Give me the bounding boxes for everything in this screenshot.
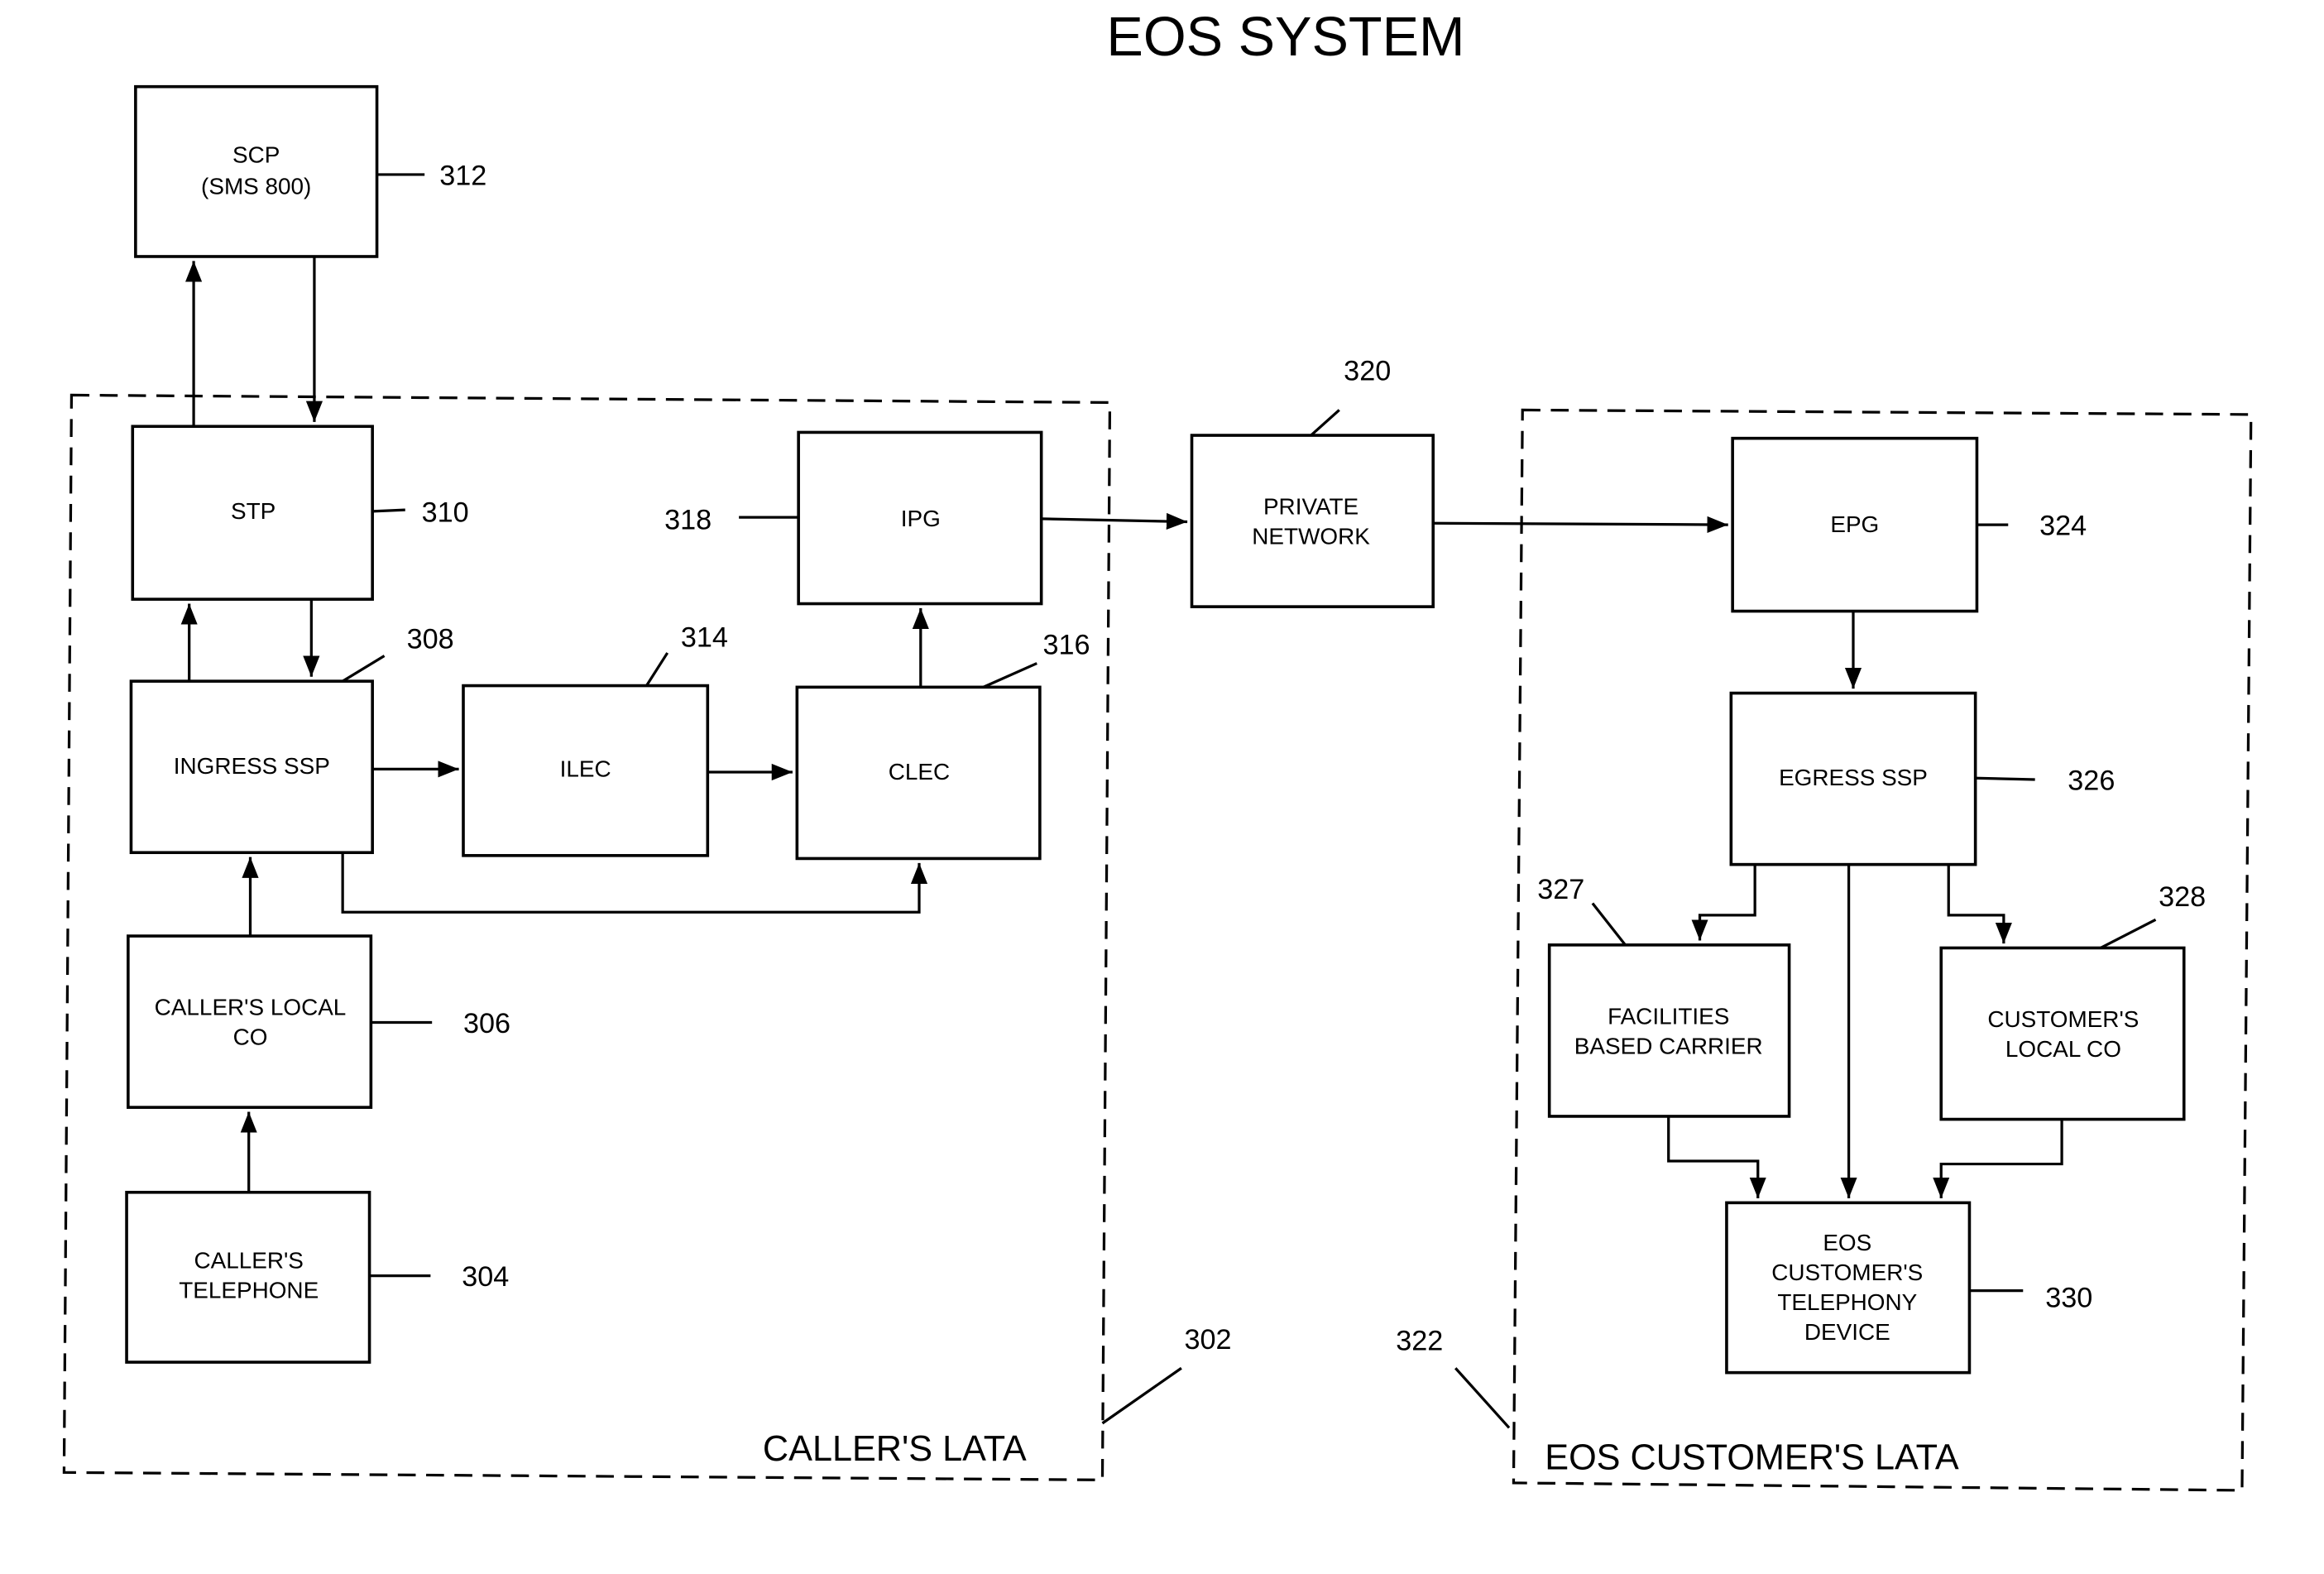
telephony-device-label-1: EOS <box>1823 1230 1871 1255</box>
ipg-label: IPG <box>901 506 941 531</box>
connector-egress-to-customers-local-co <box>1947 864 2012 944</box>
connector-private-network-to-epg <box>1433 516 1728 534</box>
private-network-label-1: PRIVATE <box>1263 493 1358 519</box>
callers-lata-ref: 302 <box>1185 1324 1232 1356</box>
ilec-label: ILEC <box>560 756 611 781</box>
epg-label: EPG <box>1830 511 1879 537</box>
stp-ref: 310 <box>422 497 469 528</box>
node-callers-local-co[interactable]: CALLER'S LOCAL CO 306 <box>127 934 510 1109</box>
node-egress-ssp[interactable]: EGRESS SSP 326 <box>1729 691 2115 866</box>
scp-label-2: (SMS 800) <box>201 173 311 199</box>
connector-customers-local-co-to-telephony-device <box>1933 1119 2063 1198</box>
connector-egress-to-facilities <box>1691 864 1756 941</box>
telephony-device-label-4: DEVICE <box>1804 1319 1890 1345</box>
clec-label: CLEC <box>889 759 950 785</box>
facilities-carrier-ref: 327 <box>1537 874 1584 905</box>
private-network-label-2: NETWORK <box>1252 523 1370 549</box>
node-callers-telephone[interactable]: CALLER'S TELEPHONE 304 <box>125 1190 509 1364</box>
callers-local-co-ref: 306 <box>463 1008 510 1039</box>
scp-ref: 312 <box>439 161 486 192</box>
eos-system-diagram: EOS SYSTEM CALLER'S LATA 302 EOS CUSTOME… <box>62 7 2253 1492</box>
customers-lata-label: EOS CUSTOMER'S LATA <box>1545 1438 1959 1478</box>
node-clec[interactable]: CLEC 316 <box>795 630 1090 861</box>
customers-lata-leader <box>1454 1367 1511 1429</box>
callers-telephone-ref: 304 <box>462 1261 509 1293</box>
callers-lata-label: CALLER'S LATA <box>763 1429 1027 1469</box>
node-customers-local-co[interactable]: CUSTOMER'S LOCAL CO 328 <box>1939 881 2206 1121</box>
clec-ref: 316 <box>1042 630 1090 661</box>
ilec-ref: 314 <box>681 622 728 654</box>
node-stp[interactable]: STP 310 <box>131 425 469 601</box>
facilities-carrier-label-1: FACILITIES <box>1608 1003 1729 1029</box>
connector-ipg-to-private-network <box>1041 512 1188 530</box>
customers-local-co-label-2: LOCAL CO <box>2005 1036 2121 1062</box>
callers-telephone-label-1: CALLER'S <box>194 1248 303 1274</box>
telephony-device-label-3: TELEPHONY <box>1777 1289 1917 1315</box>
node-facilities-carrier[interactable]: FACILITIES BASED CARRIER 327 <box>1537 874 1791 1118</box>
node-ilec[interactable]: ILEC 314 <box>462 622 728 857</box>
connector-facilities-to-telephony-device <box>1667 1116 1766 1198</box>
callers-local-co-label-1: CALLER'S LOCAL <box>155 994 347 1020</box>
node-private-network[interactable]: PRIVATE NETWORK 320 <box>1190 355 1435 608</box>
telephony-device-label-2: CUSTOMER'S <box>1771 1260 1923 1285</box>
ipg-ref: 318 <box>664 504 712 535</box>
ingress-ssp-label: INGRESS SSP <box>174 753 330 779</box>
customers-local-co-label-1: CUSTOMER'S <box>1987 1006 2139 1032</box>
egress-ssp-label: EGRESS SSP <box>1779 765 1928 790</box>
callers-local-co-label-2: CO <box>233 1025 268 1050</box>
private-network-ref: 320 <box>1344 355 1391 386</box>
stp-label: STP <box>231 498 276 524</box>
callers-telephone-label-2: TELEPHONE <box>179 1278 319 1303</box>
connector-ingress-to-clec <box>341 852 928 914</box>
scp-label-1: SCP <box>232 142 280 168</box>
diagram-title: EOS SYSTEM <box>1106 7 1464 68</box>
callers-lata-leader <box>1101 1366 1182 1425</box>
node-epg[interactable]: EPG 324 <box>1731 436 2087 613</box>
egress-ssp-ref: 326 <box>2068 765 2115 797</box>
facilities-carrier-label-2: BASED CARRIER <box>1574 1033 1763 1058</box>
node-telephony-device[interactable]: EOS CUSTOMER'S TELEPHONY DEVICE 330 <box>1725 1201 2092 1375</box>
telephony-device-ref: 330 <box>2045 1282 2092 1313</box>
customers-local-co-ref: 328 <box>2159 881 2206 913</box>
node-ipg[interactable]: IPG 318 <box>664 430 1043 606</box>
node-scp[interactable]: SCP (SMS 800) 312 <box>134 84 486 258</box>
epg-ref: 324 <box>2039 511 2087 542</box>
node-ingress-ssp[interactable]: INGRESS SSP 308 <box>129 624 454 855</box>
customers-lata-ref: 322 <box>1396 1326 1443 1357</box>
ingress-ssp-ref: 308 <box>407 624 454 655</box>
